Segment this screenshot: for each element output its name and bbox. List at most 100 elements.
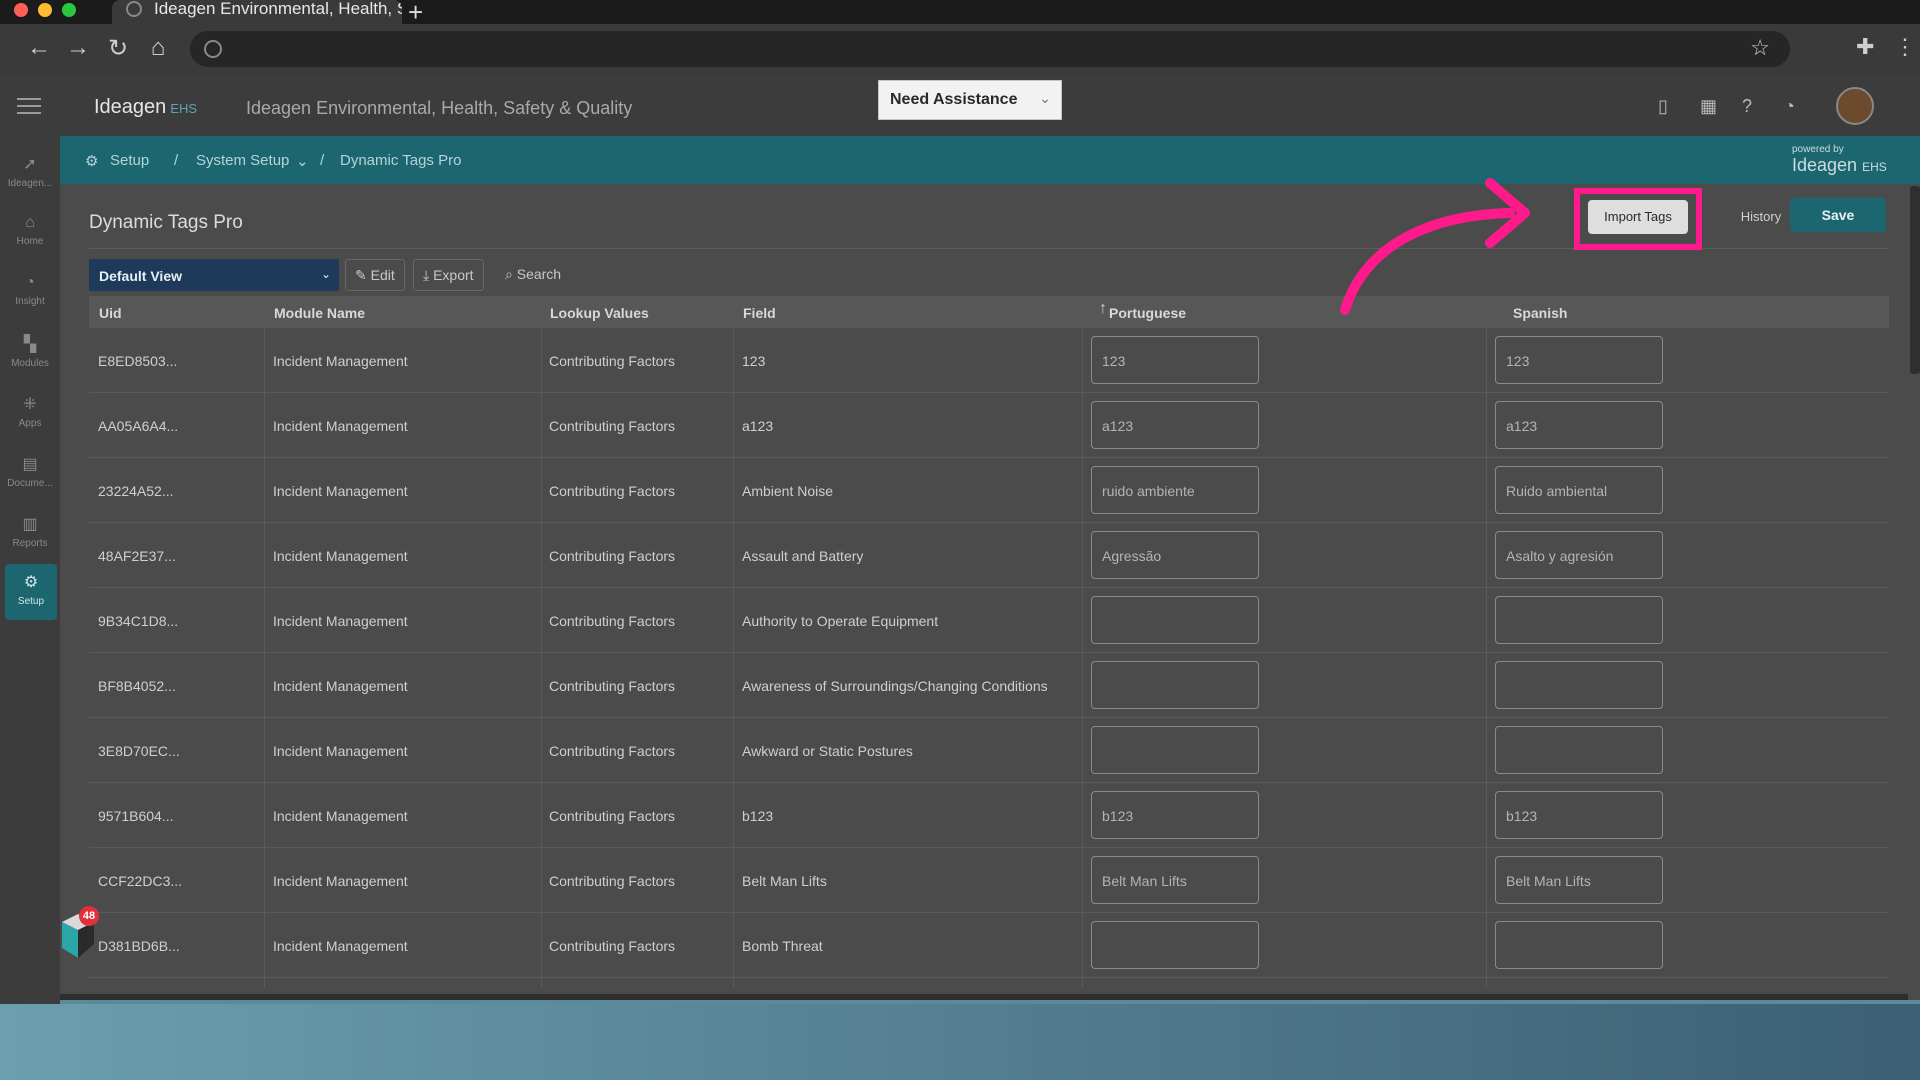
- address-bar[interactable]: ☆: [190, 31, 1790, 67]
- sidebar-item-label: Home: [16, 236, 44, 247]
- breadcrumb-system-setup[interactable]: System Setup: [196, 152, 289, 169]
- hamburger-menu-icon[interactable]: [17, 98, 41, 119]
- sidebar-item-setup[interactable]: ⚙ Setup: [5, 564, 57, 620]
- portuguese-input[interactable]: [1091, 596, 1259, 644]
- table-row[interactable]: CCF22DC3... Incident Management Contribu…: [89, 848, 1889, 913]
- table-row[interactable]: E8ED8503... Incident Management Contribu…: [89, 328, 1889, 393]
- minimize-window-icon[interactable]: [38, 3, 52, 17]
- portuguese-input[interactable]: a123: [1091, 401, 1259, 449]
- cell-module: Incident Management: [273, 613, 408, 629]
- sidebar-item-insight[interactable]: ◔ Insight: [0, 266, 60, 322]
- sidebar-item-documents[interactable]: ▤ Docume...: [0, 446, 60, 502]
- portuguese-input[interactable]: Belt Man Lifts: [1091, 856, 1259, 904]
- app-header: Ideagen EHS Ideagen Environmental, Health…: [0, 76, 1920, 136]
- cell-uid: 3E8D70EC...: [98, 743, 180, 759]
- app-logo[interactable]: Ideagen EHS: [94, 96, 197, 119]
- table-row[interactable]: BF8B4052... Incident Management Contribu…: [89, 653, 1889, 718]
- portuguese-input[interactable]: b123: [1091, 791, 1259, 839]
- table-row[interactable]: AA05A6A4... Incident Management Contribu…: [89, 393, 1889, 458]
- cell-field: a123: [742, 418, 774, 434]
- chevron-down-icon[interactable]: ⌄: [296, 152, 309, 170]
- spanish-input[interactable]: [1495, 596, 1663, 644]
- sidebar-item-label: Apps: [18, 418, 42, 429]
- bookmark-star-icon[interactable]: ☆: [1750, 35, 1770, 61]
- table-row[interactable]: 9B34C1D8... Incident Management Contribu…: [89, 588, 1889, 653]
- horizontal-scrollbar[interactable]: [60, 994, 1908, 1000]
- column-lookup-values[interactable]: Lookup Values: [550, 305, 649, 321]
- spanish-input[interactable]: Ruido ambiental: [1495, 466, 1663, 514]
- spanish-input[interactable]: [1495, 921, 1663, 969]
- portuguese-input[interactable]: 123: [1091, 336, 1259, 384]
- calendar-icon[interactable]: ▦: [1700, 96, 1717, 117]
- cell-lookup: Contributing Factors: [549, 418, 676, 434]
- main-content: Dynamic Tags Pro Import Tags History Sav…: [60, 184, 1920, 1000]
- spanish-input[interactable]: [1495, 661, 1663, 709]
- reports-icon: ▥: [22, 516, 38, 533]
- cell-lookup: Contributing Factors: [549, 938, 676, 954]
- sidebar-item-ideagen[interactable]: ➚ Ideagen...: [0, 146, 60, 202]
- spanish-input[interactable]: 123: [1495, 336, 1663, 384]
- back-icon[interactable]: ←: [24, 34, 54, 62]
- maximize-window-icon[interactable]: [62, 3, 76, 17]
- column-uid[interactable]: Uid: [99, 305, 122, 321]
- portuguese-input[interactable]: [1091, 726, 1259, 774]
- portuguese-input[interactable]: [1091, 921, 1259, 969]
- forward-icon[interactable]: →: [63, 34, 93, 62]
- sidebar-item-apps[interactable]: ⁜ Apps: [0, 386, 60, 442]
- sort-arrow-icon[interactable]: ↑: [1099, 300, 1107, 318]
- site-info-icon[interactable]: [204, 40, 222, 58]
- extensions-icon[interactable]: ✚: [1856, 34, 1874, 60]
- mobile-icon[interactable]: ▯: [1658, 96, 1668, 117]
- sidebar-item-label: Insight: [15, 296, 45, 307]
- spanish-input[interactable]: a123: [1495, 401, 1663, 449]
- annotation-arrow-icon: [1340, 178, 1530, 315]
- save-button[interactable]: Save: [1790, 198, 1886, 232]
- close-window-icon[interactable]: [14, 3, 28, 17]
- sidebar-item-modules[interactable]: ▚ Modules: [0, 326, 60, 382]
- export-button[interactable]: ⤓ Export: [413, 259, 484, 291]
- cell-module: Incident Management: [273, 483, 408, 499]
- sidebar-item-home[interactable]: ⌂ Home: [0, 206, 60, 262]
- table-row[interactable]: 9571B604... Incident Management Contribu…: [89, 783, 1889, 848]
- spanish-input[interactable]: b123: [1495, 791, 1663, 839]
- vertical-scrollbar[interactable]: [1910, 186, 1920, 374]
- spanish-input[interactable]: Belt Man Lifts: [1495, 856, 1663, 904]
- ideagen-icon: ➚: [23, 156, 37, 173]
- portuguese-input[interactable]: [1091, 661, 1259, 709]
- cell-lookup: Contributing Factors: [549, 873, 676, 889]
- sidebar-item-reports[interactable]: ▥ Reports: [0, 506, 60, 562]
- cell-module: Incident Management: [273, 678, 408, 694]
- breadcrumb-separator: /: [174, 152, 179, 169]
- table-row[interactable]: 23224A52... Incident Management Contribu…: [89, 458, 1889, 523]
- table-row[interactable]: D381BD6B... Incident Management Contribu…: [89, 913, 1889, 978]
- document-icon: ▤: [22, 456, 38, 473]
- edit-button[interactable]: ✎ Edit: [345, 259, 405, 291]
- bell-icon[interactable]: ◔: [1784, 96, 1795, 117]
- table-row[interactable]: 3E8D70EC... Incident Management Contribu…: [89, 718, 1889, 783]
- home-icon[interactable]: ⌂: [143, 34, 173, 62]
- spanish-input[interactable]: [1495, 726, 1663, 774]
- table-row[interactable]: 48AF2E37... Incident Management Contribu…: [89, 523, 1889, 588]
- export-label: Export: [433, 267, 474, 283]
- cell-module: Incident Management: [273, 743, 408, 759]
- view-select[interactable]: Default View ⌄: [89, 259, 339, 291]
- column-field[interactable]: Field: [743, 305, 776, 321]
- search-button[interactable]: ⌕ Search: [505, 266, 561, 283]
- powered-suffix: EHS: [1862, 160, 1887, 174]
- need-assistance-label: Need Assistance: [890, 91, 1018, 108]
- column-module-name[interactable]: Module Name: [274, 305, 365, 321]
- need-assistance-dropdown[interactable]: Need Assistance ⌄: [878, 80, 1062, 120]
- reload-icon[interactable]: ↻: [103, 34, 133, 63]
- sidebar-item-label: Docume...: [7, 478, 53, 489]
- portuguese-input[interactable]: Agressão: [1091, 531, 1259, 579]
- history-button[interactable]: History: [1724, 200, 1798, 234]
- browser-tab[interactable]: Ideagen Environmental, Health, S: [112, 0, 402, 24]
- browser-menu-icon[interactable]: ⋮: [1894, 34, 1916, 60]
- cell-uid: BF8B4052...: [98, 678, 176, 694]
- breadcrumb-setup[interactable]: Setup: [110, 152, 149, 169]
- column-portuguese[interactable]: Portuguese: [1109, 305, 1186, 321]
- spanish-input[interactable]: Asalto y agresión: [1495, 531, 1663, 579]
- portuguese-input[interactable]: ruido ambiente: [1091, 466, 1259, 514]
- help-icon[interactable]: ?: [1742, 96, 1752, 117]
- avatar[interactable]: [1836, 87, 1874, 125]
